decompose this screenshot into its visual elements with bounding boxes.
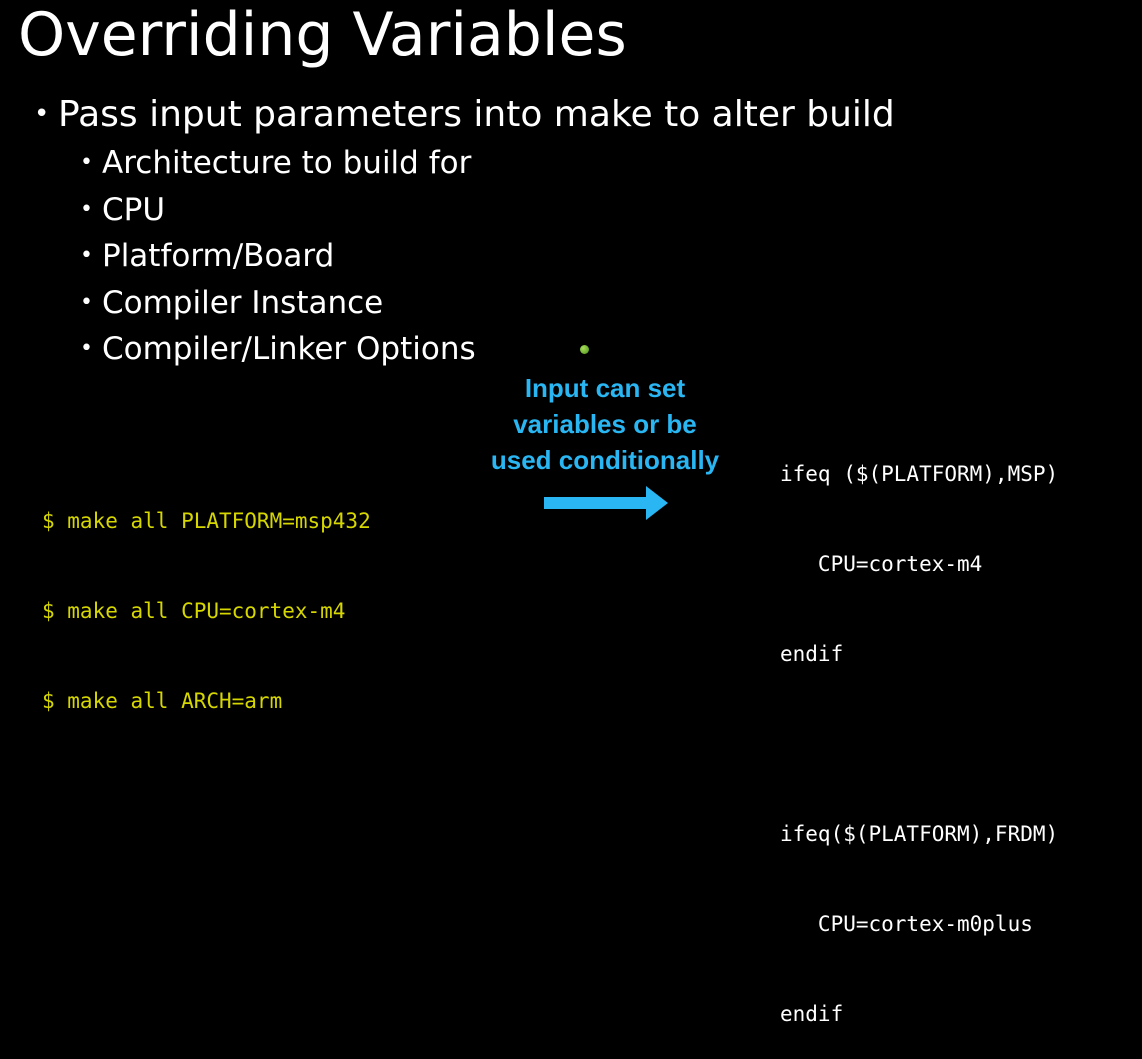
sub-bullet: • Compiler Instance	[80, 280, 476, 327]
sub-bullet-text: CPU	[102, 191, 166, 228]
code-line: ifeq ($(PLATFORM),MSP)	[780, 462, 1059, 486]
sub-bullet-text: Compiler/Linker Options	[102, 331, 476, 367]
code-line: endif	[780, 1002, 844, 1026]
make-command-list: $ make all PLATFORM=msp432 $ make all CP…	[42, 446, 371, 746]
sub-bullet: • Compiler/Linker Options	[80, 326, 476, 373]
sub-bullet-list: • Architecture to build for • CPU • Platfor…	[80, 140, 476, 373]
make-command-line: $ make all CPU=cortex-m4	[42, 599, 346, 623]
make-command-line: $ make all PLATFORM=msp432	[42, 509, 371, 533]
bullet-icon: •	[80, 196, 93, 222]
sub-bullet: • CPU	[80, 187, 476, 234]
bullet-icon: •	[34, 99, 50, 129]
bullet-icon: •	[80, 336, 93, 361]
callout-line: variables or be	[513, 409, 697, 439]
sub-bullet: • Architecture to build for	[80, 140, 476, 187]
code-line: ifeq($(PLATFORM),FRDM)	[780, 822, 1059, 846]
bullet-icon: •	[80, 243, 93, 268]
callout-text: Input can set variables or be used condi…	[474, 370, 736, 478]
makefile-code-block: ifeq ($(PLATFORM),MSP) CPU=cortex-m4 end…	[780, 399, 1058, 1059]
main-bullet-text: Pass input parameters into make to alter…	[58, 94, 895, 135]
slide-title: Overriding Variables	[18, 0, 627, 70]
bullet-icon: •	[80, 150, 93, 175]
code-line: CPU=cortex-m0plus	[780, 912, 1033, 936]
sub-bullet-text: Architecture to build for	[102, 145, 472, 181]
main-bullet: • Pass input parameters into make to alte…	[34, 92, 895, 137]
right-arrow-icon	[544, 486, 668, 520]
sub-bullet-text: Compiler Instance	[102, 284, 384, 321]
green-dot-marker	[580, 345, 589, 354]
callout-line: Input can set	[524, 373, 686, 403]
make-command-line: $ make all ARCH=arm	[42, 689, 283, 713]
code-line: CPU=cortex-m4	[780, 552, 983, 576]
sub-bullet-text: Platform/Board	[102, 238, 335, 274]
bullet-icon: •	[80, 289, 93, 315]
sub-bullet: • Platform/Board	[80, 233, 476, 280]
callout-line: used conditionally	[490, 445, 720, 475]
code-line: endif	[780, 642, 844, 666]
